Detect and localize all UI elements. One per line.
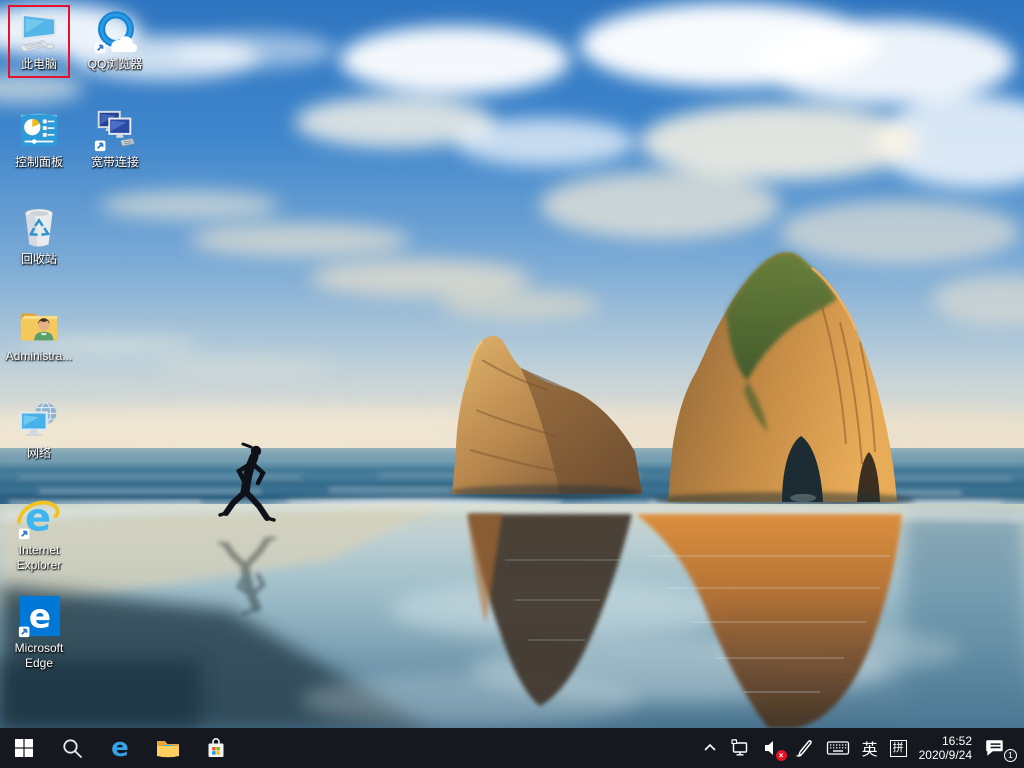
microsoft-edge-icon: e [14,594,64,640]
desktop-icon-broadband[interactable]: 宽带连接 [78,108,152,170]
pen-icon [794,738,814,758]
desktop-icon-recycle-bin[interactable]: 回收站 [2,205,76,267]
desktop-icon-control-panel[interactable]: 控制面板 [2,108,76,170]
tray-windows-ink-pen[interactable] [788,728,820,768]
broadband-icon [90,108,140,154]
chevron-up-icon [702,740,718,756]
internet-explorer-icon: e [14,496,64,542]
edge-taskbar-button[interactable]: e [96,728,144,768]
taskbar: e [0,728,1024,768]
store-button[interactable] [192,728,240,768]
edge-icon: e [107,735,133,761]
clock-time: 16:52 [919,734,972,748]
icon-label: Microsoft Edge [2,641,76,671]
svg-text:e: e [29,598,51,636]
store-icon [204,736,228,760]
start-icon [13,737,35,759]
taskbar-left: e [0,728,240,768]
icon-label: 此电脑 [21,57,57,72]
tray-clock[interactable]: 16:52 2020/9/24 [913,728,978,768]
ime-pinyin-label: 拼 [890,740,907,757]
tray-show-hidden-icons[interactable] [696,728,724,768]
network-icon [14,399,64,445]
icon-label: QQ浏览器 [88,57,143,72]
desktop-icon-microsoft-edge[interactable]: e Microsoft Edge [2,594,76,671]
desktop-icon-admin-folder[interactable]: Administra... [2,302,76,364]
recycle-bin-icon [14,205,64,251]
tray-action-center[interactable]: 1 [978,728,1016,768]
clock-date: 2020/9/24 [919,748,972,762]
network-ethernet-icon [730,738,750,758]
tray-ime-language[interactable]: 英 [856,728,884,768]
system-tray: × 英 拼 16:52 2020/9/24 [696,728,1024,768]
icon-label: 宽带连接 [91,155,139,170]
icon-label: 回收站 [21,252,57,267]
touch-keyboard-icon [826,738,850,758]
desktop-icon-internet-explorer[interactable]: e Internet Explorer [2,496,76,573]
start-button[interactable] [0,728,48,768]
icon-label: 网络 [27,446,51,461]
search-button[interactable] [48,728,96,768]
icon-label: Internet Explorer [2,543,76,573]
notification-count-badge: 1 [1004,749,1017,762]
tray-ime-pinyin[interactable]: 拼 [884,728,913,768]
desktop-icon-this-pc[interactable]: 此电脑 [2,10,76,72]
action-center-icon [984,737,1006,759]
user-folder-icon [14,302,64,348]
tray-touch-keyboard[interactable] [820,728,856,768]
tray-network[interactable] [724,728,756,768]
icon-label: Administra... [6,349,73,364]
tray-volume-muted[interactable]: × [756,728,788,768]
icon-label: 控制面板 [15,155,63,170]
desktop-wallpaper [0,0,1024,728]
desktop-icon-network[interactable]: 网络 [2,399,76,461]
file-explorer-button[interactable] [144,728,192,768]
qq-browser-icon [90,10,140,56]
ime-language-label: 英 [862,736,878,760]
volume-muted-badge: × [776,750,787,761]
svg-text:e: e [111,735,129,761]
this-pc-icon [14,10,64,56]
control-panel-icon [14,108,64,154]
desktop-icon-qq-browser[interactable]: QQ浏览器 [78,10,152,72]
search-icon [61,737,83,759]
file-explorer-icon [155,735,181,761]
